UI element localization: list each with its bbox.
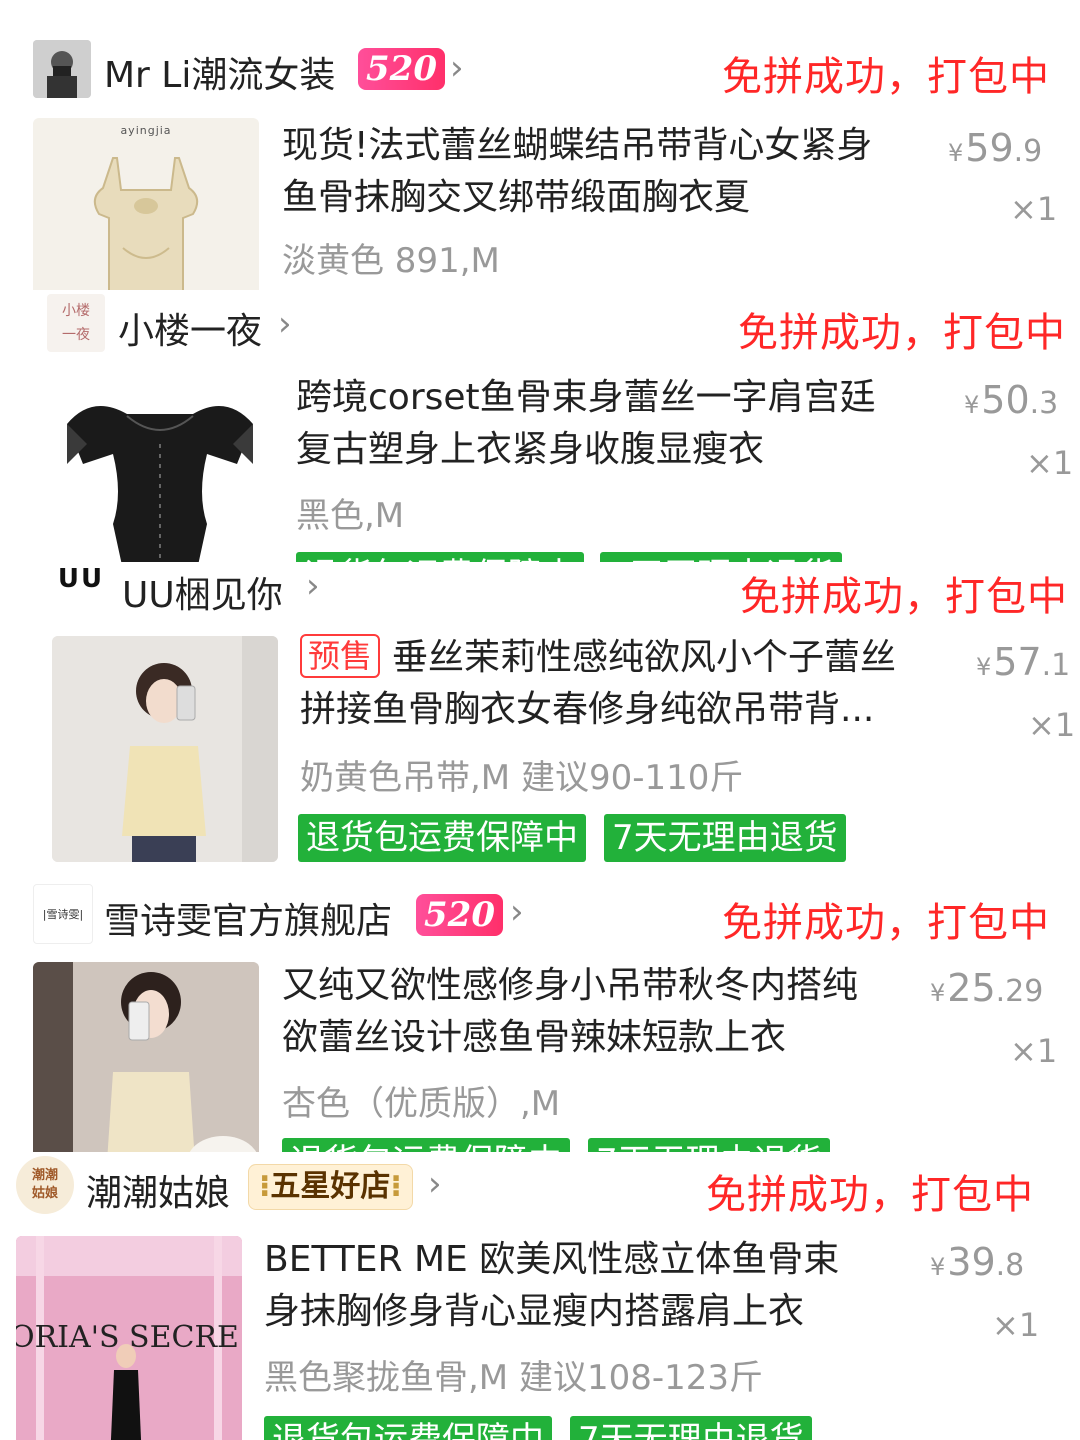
store-avatar[interactable]: UU [52,562,110,608]
thumb-brand-text: ORIA'S SECRE [16,1320,239,1355]
chevron-right-icon[interactable]: › [278,304,292,344]
product-title-line: BETTER ME 欧美风性感立体鱼骨束 [264,1239,840,1280]
product-quantity: ×1 [1010,190,1058,228]
product-spec: 黑色,M [296,496,405,536]
store-avatar[interactable]: 小楼一夜 [47,294,105,352]
seven-day-return-tag: 7天无理由退货 [588,1138,830,1152]
sparkle-icon: ⁝ [390,1169,402,1204]
promo-520-badge: 520 [416,894,503,936]
order-status: 免拼成功，打包中 [740,574,1068,620]
presale-badge: 预售 [300,634,381,678]
chevron-right-icon[interactable]: › [428,1164,442,1204]
return-shipping-tag: 退货包运费保障中 [264,1416,552,1440]
product-price: ¥57.1 [976,640,1071,684]
store-name[interactable]: Mr Li潮流女装 [104,46,335,98]
product-title-line: 现货!法式蕾丝蝴蝶结吊带背心女紧身 [282,125,873,166]
order-card[interactable]: 潮潮姑娘 潮潮姑娘 ⁝五星好店⁝ › 免拼成功，打包中 ORIA'S SECRE… [0,1152,1080,1440]
store-name[interactable]: 雪诗雯官方旗舰店 [104,892,392,944]
order-status: 免拼成功，打包中 [706,1172,1034,1218]
product-spec: 黑色聚拢鱼骨,M 建议108-123斤 [264,1358,764,1398]
product-thumbnail[interactable] [47,374,273,578]
product-thumbnail[interactable]: ORIA'S SECRE [16,1236,242,1440]
product-title-line: 欲蕾丝设计感鱼骨辣妹短款上衣 [282,1017,787,1058]
chevron-right-icon[interactable]: › [510,892,524,932]
store-avatar[interactable]: 潮潮姑娘 [16,1156,74,1214]
product-title[interactable]: 现货!法式蕾丝蝴蝶结吊带背心女紧身 鱼骨抹胸交叉绑带缎面胸衣夏 [282,120,902,224]
product-thumbnail[interactable]: ayingjia [33,118,259,290]
five-star-store-badge: ⁝五星好店⁝ [248,1164,413,1210]
seven-day-return-tag: 7天无理由退货 [570,1416,812,1440]
product-title-line: 预售 垂丝茉莉性感纯欲风小个子蕾丝 [300,632,920,684]
order-card[interactable]: |雪诗雯| 雪诗雯官方旗舰店 520 › 免拼成功，打包中 又纯又欲性感修身小吊… [0,878,1080,1152]
product-title-line: 跨境corset鱼骨束身蕾丝一字肩宫廷 [296,377,876,418]
order-status: 免拼成功，打包中 [722,900,1050,946]
product-quantity: ×1 [992,1306,1040,1344]
product-title[interactable]: 预售 垂丝茉莉性感纯欲风小个子蕾丝 拼接鱼骨胸衣女春修身纯欲吊带背... [300,632,920,736]
seven-day-return-tag: 7天无理由退货 [604,814,846,862]
product-title[interactable]: 又纯又欲性感修身小吊带秋冬内搭纯 欲蕾丝设计感鱼骨辣妹短款上衣 [282,960,902,1064]
return-shipping-tag: 退货包运费保障中 [282,1138,570,1152]
product-price: ¥25.29 [930,966,1044,1010]
store-name[interactable]: 潮潮姑娘 [86,1164,230,1216]
product-title-line: 拼接鱼骨胸衣女春修身纯欲吊带背... [300,689,875,730]
product-quantity: ×1 [1010,1032,1058,1070]
promo-520-badge: 520 [358,48,445,90]
order-status: 免拼成功，打包中 [738,310,1066,356]
product-quantity: ×1 [1028,706,1076,744]
store-avatar[interactable] [33,40,91,98]
chevron-right-icon[interactable]: › [306,566,320,606]
product-price: ¥59.9 [948,126,1043,170]
order-card[interactable]: 小楼一夜 小楼一夜 › 免拼成功，打包中 跨境corset鱼骨束身蕾丝一字肩宫廷… [0,290,1080,578]
product-title-line: 又纯又欲性感修身小吊带秋冬内搭纯 [282,965,859,1006]
product-title[interactable]: 跨境corset鱼骨束身蕾丝一字肩宫廷 复古塑身上衣紧身收腹显瘦衣 [296,372,916,476]
store-name[interactable]: 小楼一夜 [118,302,262,354]
order-card[interactable]: UU UU梱见你 › 免拼成功，打包中 预售 垂丝茉莉性感纯欲风小个子蕾丝 拼接鱼… [0,562,1080,870]
product-thumbnail[interactable] [52,636,278,862]
product-quantity: ×1 [1026,444,1074,482]
return-shipping-tag: 退货包运费保障中 [298,814,586,862]
product-title[interactable]: BETTER ME 欧美风性感立体鱼骨束 身抹胸修身背心显瘦内搭露肩上衣 [264,1234,884,1338]
product-price: ¥50.3 [964,378,1059,422]
chevron-right-icon[interactable]: › [450,48,464,88]
sparkle-icon: ⁝ [259,1169,271,1204]
order-status: 免拼成功，打包中 [722,54,1050,100]
order-card[interactable]: Mr Li潮流女装 520 › 免拼成功，打包中 ayingjia 现货!法式蕾… [0,30,1080,290]
product-spec: 杏色（优质版）,M [282,1084,561,1124]
product-spec: 奶黄色吊带,M 建议90-110斤 [300,758,744,798]
product-title-line: 鱼骨抹胸交叉绑带缎面胸衣夏 [282,177,751,218]
store-name[interactable]: UU梱见你 [122,566,283,618]
store-avatar[interactable]: |雪诗雯| [33,884,93,944]
product-thumbnail[interactable] [33,962,259,1152]
product-price: ¥39.8 [930,1240,1025,1284]
product-spec: 淡黄色 891,M [282,241,500,281]
product-title-line: 身抹胸修身背心显瘦内搭露肩上衣 [264,1291,805,1332]
product-title-line: 复古塑身上衣紧身收腹显瘦衣 [296,429,765,470]
